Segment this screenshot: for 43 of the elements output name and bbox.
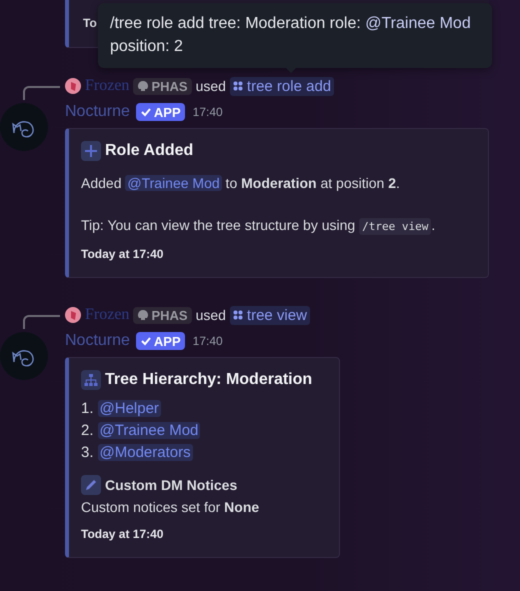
field-name: Custom DM Notices (105, 477, 238, 493)
reply-line (23, 86, 60, 100)
command-link[interactable]: tree role add (230, 76, 334, 96)
pencil-icon (81, 475, 101, 495)
author-name[interactable]: Nocturne (65, 332, 130, 350)
check-icon (140, 335, 152, 347)
list-number: 1. (81, 400, 94, 417)
list-number: 3. (81, 444, 94, 461)
skull-icon (137, 309, 150, 321)
embed-footer: Today at 17:40 (81, 247, 164, 261)
command-text: /tree role add tree: Moderation role: @Trainee Mod position: 2 (110, 14, 472, 57)
embed-title: Role Added (105, 142, 194, 160)
command-link[interactable]: tree view (230, 306, 310, 324)
check-icon (140, 106, 152, 118)
reply-line (23, 315, 60, 329)
avatar-icon (65, 78, 81, 94)
avatar-icon (65, 307, 81, 323)
mention-link[interactable]: @Moderators (98, 444, 193, 461)
embed-title: Tree Hierarchy: Moderation (105, 371, 312, 389)
hierarchy-icon (81, 370, 101, 390)
tag-label: PHAS (151, 308, 188, 322)
mention-link[interactable]: @Helper (98, 400, 161, 417)
command-icon (232, 81, 243, 91)
plus-icon (81, 141, 101, 161)
used-label: used (196, 307, 226, 323)
timestamp: 17:40 (192, 334, 223, 348)
mention-link[interactable]: @Trainee Mod (98, 422, 200, 439)
embed-text: Tip: You can view the tree structure by using /tree view . (81, 216, 436, 237)
list-number: 2. (81, 422, 94, 439)
mention-link[interactable]: @Trainee Mod (125, 175, 222, 191)
badge-label: APP (154, 334, 181, 348)
used-label: used (196, 78, 226, 94)
code-snippet: /tree view (359, 218, 432, 235)
tag-label: PHAS (151, 78, 188, 94)
embed-text: Added @Trainee Mod to Moderation at position 2. (81, 174, 401, 193)
embed-footer: To (83, 16, 97, 30)
timestamp: 17:40 (192, 105, 223, 119)
command-icon (232, 310, 243, 320)
badge-label: APP (154, 104, 181, 120)
embed-footer: Today at 17:40 (81, 527, 164, 541)
author-name[interactable]: Nocturne (65, 103, 130, 121)
skull-icon (137, 80, 150, 92)
field-value: Custom notices set for None (81, 498, 260, 517)
